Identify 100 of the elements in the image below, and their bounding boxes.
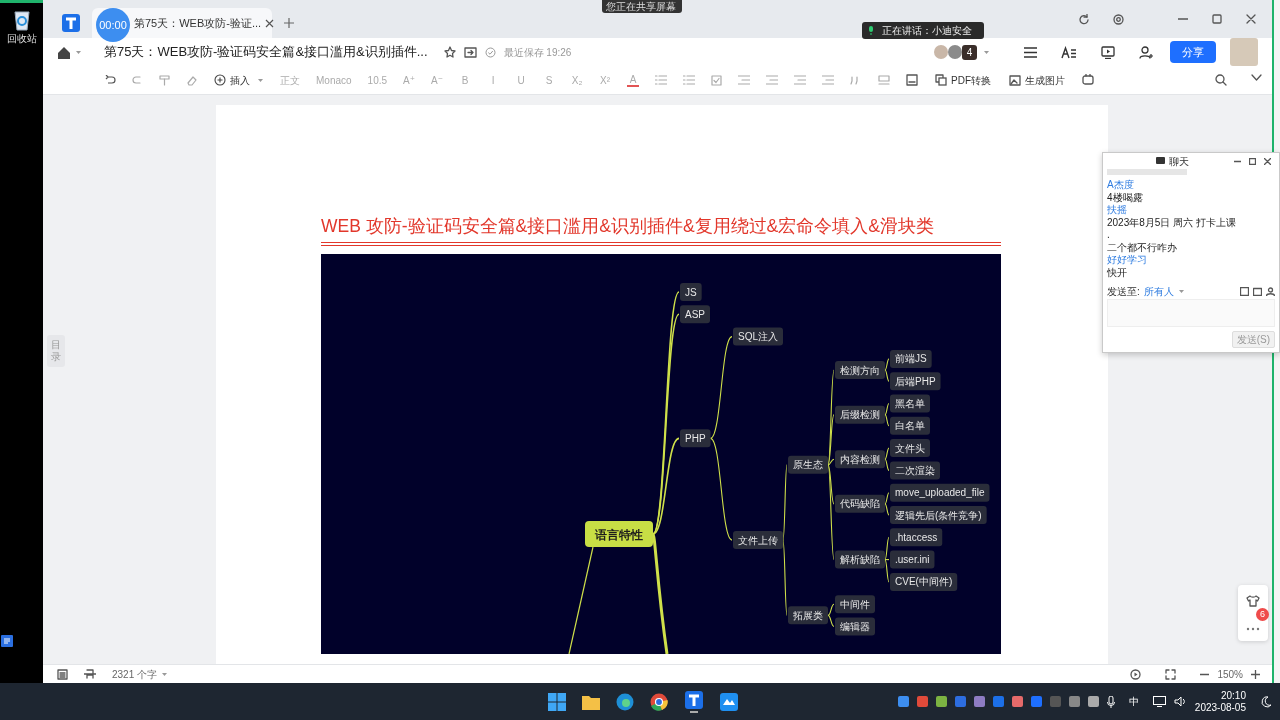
format-button[interactable]: X₂	[571, 72, 584, 88]
topic-node: 二次渲染	[890, 461, 940, 480]
windows-start-icon[interactable]	[548, 692, 566, 711]
topic-node: 文件上传	[733, 531, 783, 550]
meeting-app-icon[interactable]	[720, 692, 738, 711]
topic-node: 解析缺陷	[835, 550, 885, 569]
input-method-indicator[interactable]: 中	[1128, 694, 1139, 709]
caret-icon[interactable]	[75, 49, 82, 55]
format-button[interactable]: B	[459, 72, 472, 88]
caret-icon[interactable]	[161, 671, 169, 677]
format-button[interactable]: X²	[599, 72, 612, 88]
caret-icon[interactable]	[983, 49, 990, 55]
microphone-icon[interactable]	[1106, 695, 1115, 708]
network-icon[interactable]	[1152, 696, 1166, 707]
fullscreen-icon[interactable]	[1165, 668, 1177, 680]
recipient-dropdown[interactable]: 所有人	[1143, 284, 1174, 299]
checkbox-icon[interactable]	[711, 74, 723, 86]
topic-node: 白名单	[890, 417, 930, 436]
topic-node: JS	[680, 283, 702, 302]
document-app-icon[interactable]	[684, 690, 704, 713]
format-button[interactable]: A⁺	[403, 72, 416, 88]
star-icon[interactable]	[443, 46, 456, 58]
tray-icon[interactable]	[973, 696, 985, 707]
topic-node: 文件头	[890, 439, 930, 458]
chat-icon	[1156, 157, 1165, 165]
tray-icon[interactable]	[992, 696, 1004, 707]
settings-icon[interactable]	[1113, 13, 1124, 25]
paragraph-style-dropdown[interactable]: 正文	[280, 72, 300, 88]
collaborator-count[interactable]: 4	[962, 44, 977, 60]
word-count[interactable]: 2321 个字	[112, 666, 158, 682]
tray-icon[interactable]	[954, 696, 966, 707]
close-icon[interactable]	[1246, 14, 1256, 24]
file-icon[interactable]	[1240, 287, 1249, 296]
play-icon[interactable]	[1130, 668, 1142, 680]
check-circle-icon	[484, 46, 496, 58]
font-dropdown[interactable]: Monaco	[316, 72, 352, 88]
calendar-icon[interactable]	[1253, 287, 1262, 296]
topic-node: 内容检测	[835, 450, 885, 469]
format-button[interactable]: S	[543, 72, 556, 88]
clock-date[interactable]: 2023-08-05	[1194, 701, 1246, 714]
search-icon[interactable]	[1215, 74, 1227, 87]
topic-node: 黑名单	[890, 394, 930, 413]
tray-icon[interactable]	[1030, 696, 1042, 707]
tray-icon[interactable]	[897, 696, 909, 707]
add-user-icon[interactable]	[1139, 45, 1154, 59]
image-frame-icon[interactable]	[906, 74, 919, 87]
chat-message: 快开	[1107, 266, 1128, 279]
notification-icon[interactable]	[1260, 695, 1272, 708]
outline-tab[interactable]: 目录	[47, 335, 65, 368]
chevron-down-icon[interactable]	[1251, 74, 1262, 82]
chat-message: 4楼喝露	[1107, 191, 1144, 204]
shirt-icon[interactable]	[1246, 595, 1260, 607]
page-layout-icon[interactable]	[84, 669, 96, 680]
caret-icon[interactable]	[1177, 289, 1185, 294]
topic-node: 编辑器	[835, 617, 875, 636]
send-button[interactable]: 发送(S)	[1231, 331, 1275, 348]
refresh-icon[interactable]	[1078, 13, 1089, 25]
insert-button[interactable]: 插入	[213, 71, 251, 89]
format-button[interactable]: A⁻	[431, 72, 444, 88]
close-icon[interactable]	[265, 18, 275, 28]
caret-icon[interactable]	[257, 77, 264, 83]
tray-icon[interactable]	[916, 696, 928, 707]
presentation-icon[interactable]	[1101, 45, 1115, 59]
more-icon[interactable]	[1246, 627, 1260, 631]
font-size-dropdown[interactable]: 10.5	[367, 72, 388, 88]
tray-icon[interactable]	[1087, 696, 1099, 707]
tray-icon[interactable]	[1068, 696, 1080, 707]
clock-time[interactable]: 20:10	[1220, 689, 1246, 702]
user-icon[interactable]	[1266, 287, 1275, 296]
new-tab-icon[interactable]	[284, 18, 294, 28]
avatar-circle[interactable]	[948, 45, 962, 59]
undo-icon[interactable]	[105, 75, 116, 86]
plus-circle-icon	[214, 74, 226, 87]
pdf-convert-button[interactable]: PDF转换	[934, 71, 993, 89]
folder-icon[interactable]	[582, 693, 600, 710]
topic-node: 后端PHP	[890, 372, 941, 391]
chrome-icon[interactable]	[650, 692, 668, 711]
zoom-in-icon[interactable]	[1251, 669, 1260, 679]
volume-icon[interactable]	[1173, 696, 1187, 707]
app-icon[interactable]	[0, 635, 13, 647]
format-button[interactable]: U	[515, 72, 528, 88]
home-icon[interactable]	[57, 45, 71, 59]
tray-icon[interactable]	[1011, 696, 1023, 707]
zoom-level[interactable]: 150%	[1217, 666, 1243, 682]
maximize-icon[interactable]	[1212, 14, 1222, 24]
topic-node: 后缀检测	[835, 405, 885, 424]
browser-icon[interactable]	[616, 692, 634, 711]
chat-message: 2023年8月5日 周六 打卡上课	[1107, 216, 1237, 229]
tray-icon[interactable]	[935, 696, 947, 707]
share-button[interactable]: 分享	[1170, 40, 1216, 64]
central-topic-node: 语言特性	[585, 521, 653, 548]
font-color-button[interactable]: A	[627, 73, 640, 87]
generate-image-button[interactable]: 生成图片	[1008, 71, 1067, 89]
text-settings-icon[interactable]	[1061, 45, 1077, 59]
menu-icon[interactable]	[1024, 46, 1037, 58]
maximize-icon[interactable]	[1249, 157, 1256, 165]
outline-icon[interactable]	[57, 668, 68, 680]
close-icon[interactable]	[1264, 157, 1271, 165]
move-to-folder-icon[interactable]	[463, 46, 477, 58]
device-icon[interactable]	[1082, 74, 1095, 87]
